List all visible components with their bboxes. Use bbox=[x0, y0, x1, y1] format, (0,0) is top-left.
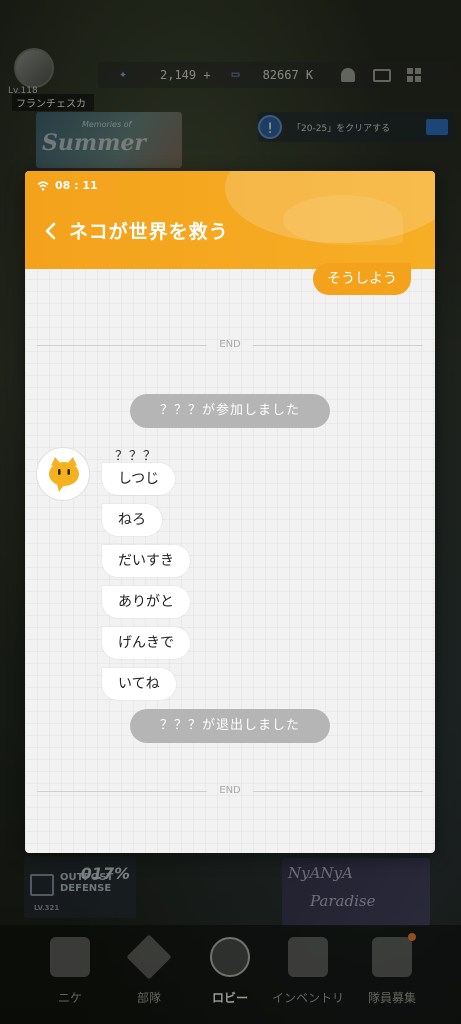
sender-name: ？？？ bbox=[115, 449, 158, 464]
leave-notice: ？？？が退出しました bbox=[130, 709, 330, 743]
chat-title: ネコが世界を救う bbox=[69, 221, 229, 243]
header-speech-decoration bbox=[283, 195, 403, 245]
chat-dialog: 08 : 11 ネコが世界を救う そうしよう END ？？？が参加しました ？？… bbox=[25, 171, 435, 853]
cat-face-icon bbox=[49, 457, 79, 492]
status-time: 08 : 11 bbox=[55, 179, 98, 192]
incoming-message: ありがと bbox=[102, 586, 190, 618]
divider-line bbox=[253, 791, 423, 792]
wifi-icon bbox=[37, 180, 49, 191]
incoming-message: いてね bbox=[102, 668, 176, 700]
incoming-message: げんきで bbox=[102, 627, 190, 659]
end-divider: END bbox=[37, 338, 423, 352]
back-chevron-icon[interactable] bbox=[41, 219, 61, 243]
npc-avatar[interactable] bbox=[36, 447, 90, 501]
end-divider: END bbox=[37, 784, 423, 798]
incoming-message: しつじ bbox=[102, 463, 176, 495]
join-notice: ？？？が参加しました bbox=[130, 394, 330, 428]
divider-line bbox=[253, 345, 423, 346]
incoming-message: だいすき bbox=[102, 545, 190, 577]
outgoing-message: そうしよう bbox=[313, 263, 411, 295]
status-bar: 08 : 11 bbox=[37, 179, 98, 192]
chat-header: 08 : 11 ネコが世界を救う bbox=[25, 171, 435, 269]
incoming-message: ねろ bbox=[102, 504, 162, 536]
